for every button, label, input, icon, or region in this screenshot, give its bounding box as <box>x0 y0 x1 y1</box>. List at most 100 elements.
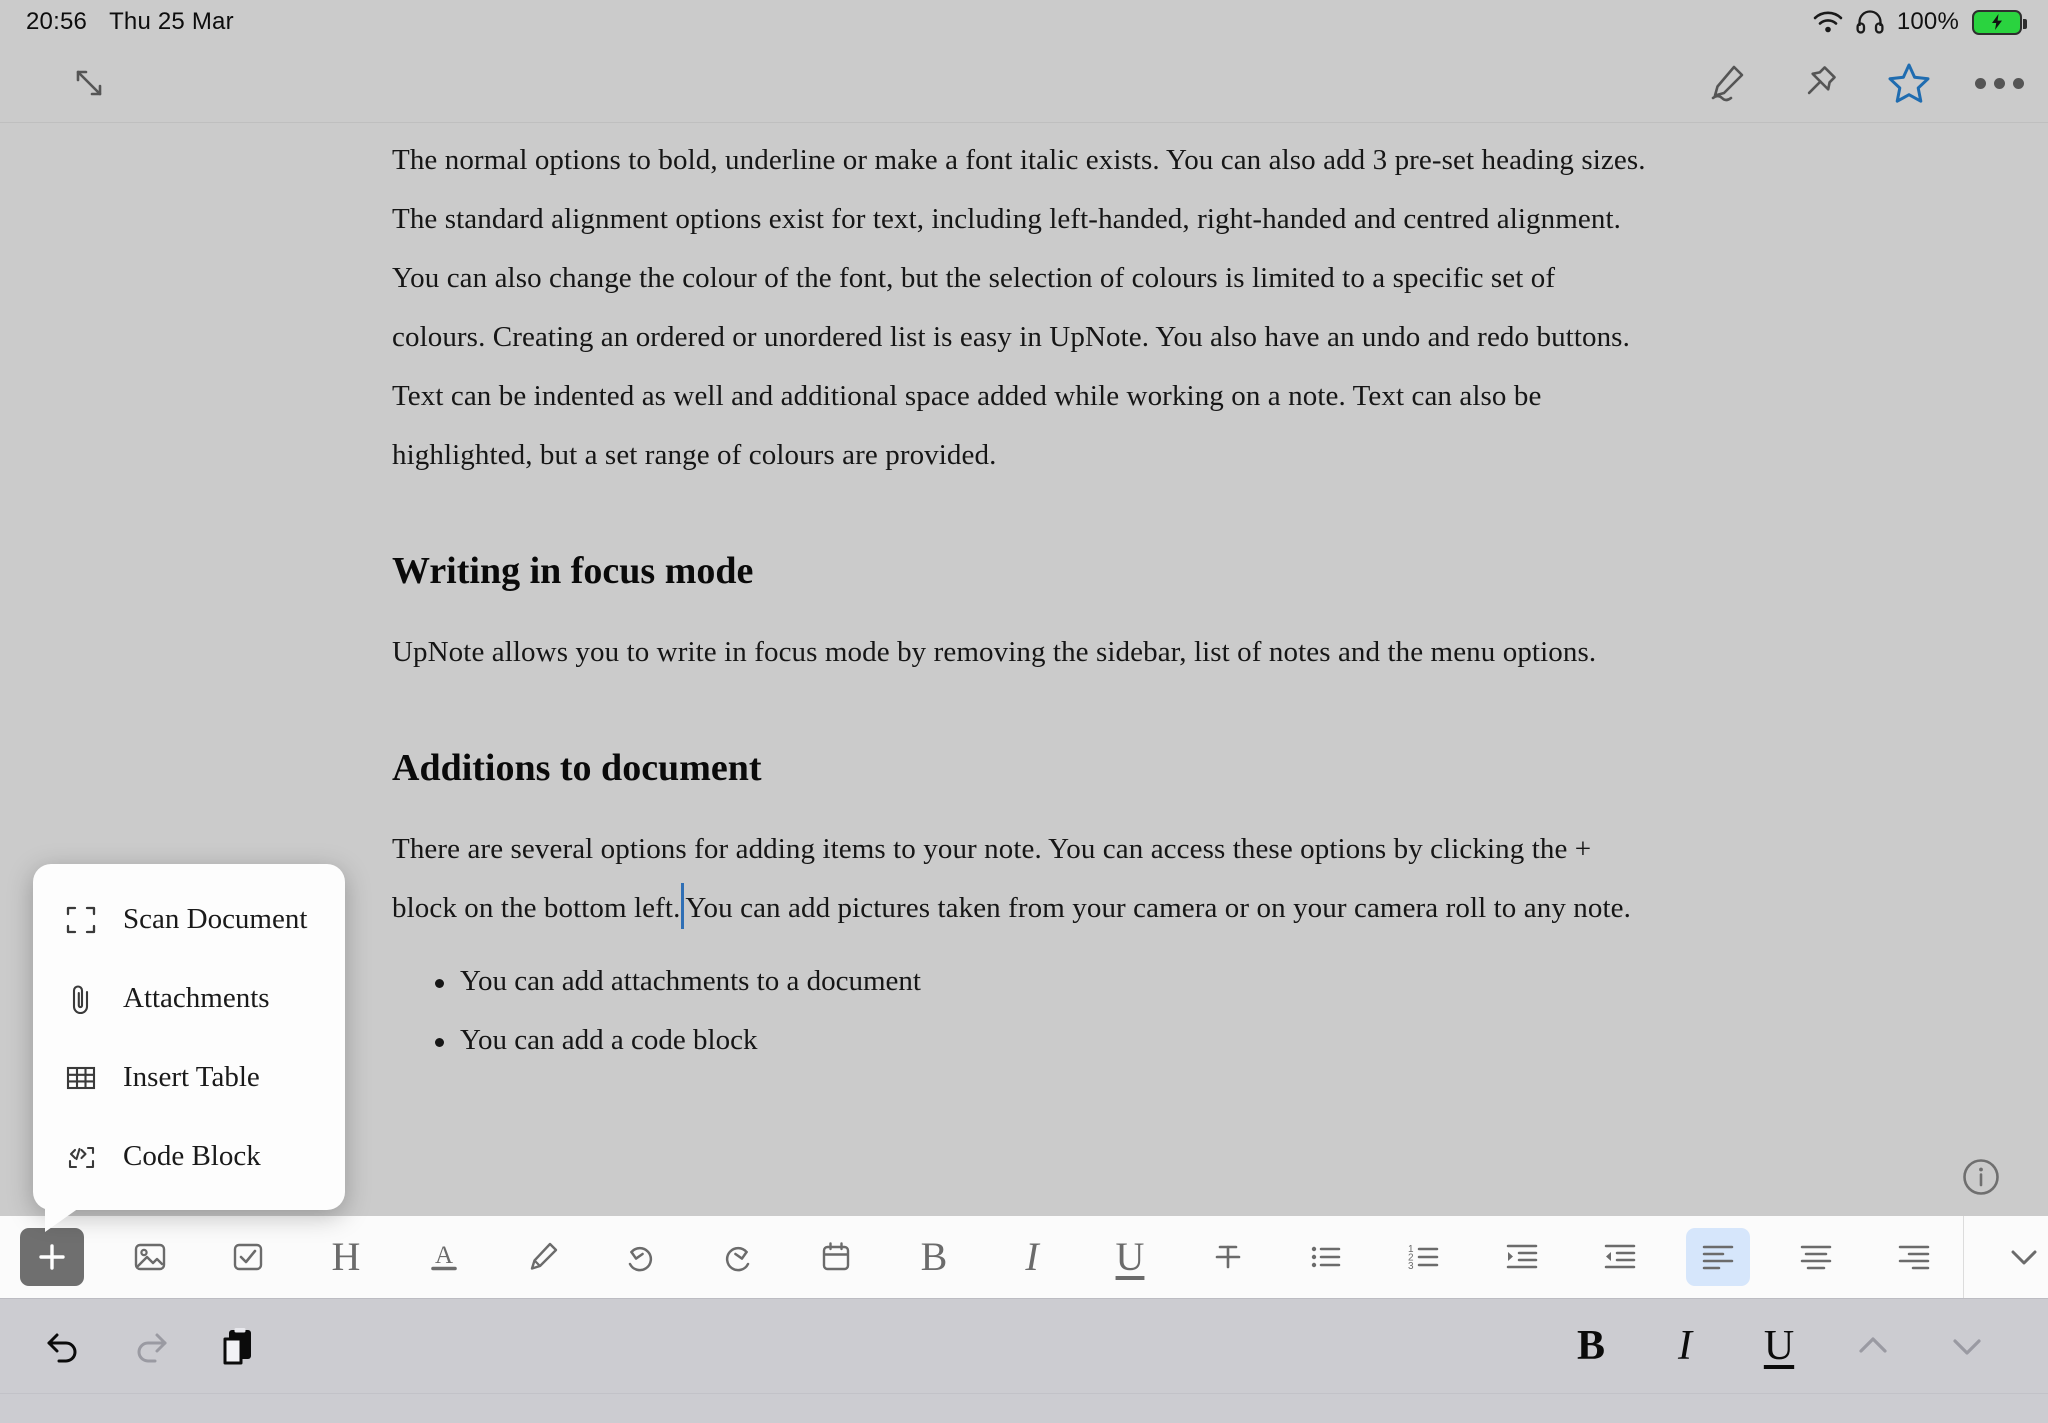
status-date: Thu 25 Mar <box>109 8 234 35</box>
date-button[interactable] <box>804 1228 868 1286</box>
checklist-button[interactable] <box>216 1228 280 1286</box>
paragraph-focus-mode: UpNote allows you to write in focus mode… <box>392 636 1597 668</box>
kb-paste-button[interactable] <box>210 1317 268 1375</box>
chevron-down-icon <box>2003 1236 2045 1278</box>
paragraph-additions-after: You can add pictures taken from your cam… <box>685 892 1631 924</box>
chevron-down-icon <box>1944 1323 1990 1369</box>
redo-arrow-icon <box>127 1322 175 1370</box>
toolbar-separator <box>1963 1216 1964 1298</box>
headphones-icon <box>1856 10 1884 34</box>
star-icon[interactable] <box>1878 52 1940 114</box>
align-center-button[interactable] <box>1784 1228 1848 1286</box>
popup-item-attachments[interactable]: Attachments <box>33 959 345 1038</box>
note-content: The normal options to bold, underline or… <box>392 131 1654 1070</box>
status-bar: 20:56 Thu 25 Mar 100% <box>0 0 2048 44</box>
align-left-button[interactable] <box>1686 1228 1750 1286</box>
app-root: 20:56 Thu 25 Mar 100% The normal options… <box>0 0 2048 1423</box>
paragraph-formatting: The normal options to bold, underline or… <box>392 144 1646 235</box>
kb-bold-button[interactable]: B <box>1562 1317 1620 1375</box>
checkbox-icon <box>229 1238 267 1276</box>
indent-button[interactable] <box>1490 1228 1554 1286</box>
indent-decrease-icon <box>1600 1238 1640 1276</box>
outdent-button[interactable] <box>1588 1228 1652 1286</box>
redo-icon <box>719 1238 757 1276</box>
kb-underline-button[interactable]: U <box>1750 1317 1808 1375</box>
popup-item-code-block[interactable]: Code Block <box>33 1117 345 1196</box>
bold-b-icon: B <box>920 1234 948 1279</box>
battery-percent: 100% <box>1896 8 1959 35</box>
font-color-button[interactable]: A <box>412 1228 476 1286</box>
add-block-button[interactable] <box>20 1228 84 1286</box>
bullet-list: You can add attachments to a document Yo… <box>392 952 1654 1070</box>
pin-icon[interactable] <box>1788 52 1850 114</box>
heading-h-icon: H <box>331 1234 361 1279</box>
expand-collapse-icon[interactable] <box>58 52 120 114</box>
status-bar-right: 100% <box>1813 8 2027 36</box>
image-icon <box>131 1238 169 1276</box>
calendar-icon <box>817 1238 855 1276</box>
highlight-button[interactable] <box>510 1228 574 1286</box>
paperclip-icon <box>63 981 99 1017</box>
app-top-bar <box>0 44 2048 123</box>
strikethrough-button[interactable] <box>1196 1228 1260 1286</box>
list-item: You can add attachments to a document <box>392 952 1654 1011</box>
more-dots <box>1974 77 2024 89</box>
paste-clipboard-icon <box>215 1322 263 1370</box>
font-color-a-icon: A <box>425 1238 463 1276</box>
keyboard-bar-right: B I U <box>1562 1317 2048 1375</box>
paragraph-additions: There are several options for adding ite… <box>392 820 1654 938</box>
align-center-icon <box>1796 1238 1836 1276</box>
numbered-list-button[interactable]: 1 2 3 <box>1392 1228 1456 1286</box>
underline-button[interactable]: U <box>1098 1228 1162 1286</box>
bullet-list-button[interactable] <box>1294 1228 1358 1286</box>
bold-button[interactable]: B <box>902 1228 966 1286</box>
wifi-icon <box>1813 11 1843 33</box>
popup-item-label: Scan Document <box>123 903 308 935</box>
kb-redo-button[interactable] <box>122 1317 180 1375</box>
more-options-icon[interactable] <box>1968 52 2030 114</box>
format-toolbar: H A B I U 1 2 3 <box>0 1216 2048 1298</box>
italic-button[interactable]: I <box>1000 1228 1064 1286</box>
text-caret <box>681 883 685 929</box>
svg-text:A: A <box>435 1242 453 1269</box>
kb-italic-button[interactable]: I <box>1656 1317 1714 1375</box>
chevron-up-icon <box>1850 1323 1896 1369</box>
italic-i-icon: I <box>1678 1323 1692 1369</box>
plus-icon <box>35 1240 69 1274</box>
info-circle-icon[interactable] <box>1959 1155 2003 1199</box>
indent-increase-icon <box>1502 1238 1542 1276</box>
align-right-button[interactable] <box>1882 1228 1946 1286</box>
table-icon <box>63 1060 99 1096</box>
paragraph-colours: You can also change the colour of the fo… <box>392 262 1630 471</box>
underline-u-icon: U <box>1763 1323 1795 1369</box>
battery-charging-icon <box>1972 9 2027 35</box>
numbered-list-icon: 1 2 3 <box>1404 1238 1444 1276</box>
underline-u-icon: U <box>1115 1234 1145 1279</box>
kb-undo-button[interactable] <box>34 1317 92 1375</box>
undo-arrow-icon <box>39 1322 87 1370</box>
kb-next-button[interactable] <box>1938 1317 1996 1375</box>
heading-button[interactable]: H <box>314 1228 378 1286</box>
collapse-toolbar-button[interactable] <box>1992 1228 2048 1286</box>
keyboard-accessory-bar: B I U <box>0 1298 2048 1423</box>
bullet-list-icon <box>1306 1238 1346 1276</box>
insert-image-button[interactable] <box>118 1228 182 1286</box>
undo-button[interactable] <box>608 1228 672 1286</box>
redo-button[interactable] <box>706 1228 770 1286</box>
popup-item-label: Code Block <box>123 1140 261 1172</box>
pencil-draw-icon[interactable] <box>1696 52 1758 114</box>
heading-additions-to-document: Additions to document <box>392 747 762 789</box>
keyboard-bar-left <box>0 1317 268 1375</box>
italic-i-icon: I <box>1025 1234 1039 1279</box>
strikethrough-icon <box>1209 1238 1247 1276</box>
add-block-popup-menu: Scan Document Attachments Insert Table C… <box>33 864 345 1232</box>
kb-prev-button[interactable] <box>1844 1317 1902 1375</box>
popup-item-scan-document[interactable]: Scan Document <box>33 880 345 959</box>
svg-text:3: 3 <box>1408 1261 1414 1272</box>
status-bar-left: 20:56 Thu 25 Mar <box>26 8 234 36</box>
popup-item-insert-table[interactable]: Insert Table <box>33 1038 345 1117</box>
code-block-icon <box>63 1139 99 1175</box>
align-left-icon <box>1698 1238 1738 1276</box>
scan-document-icon <box>63 902 99 938</box>
status-time: 20:56 <box>26 8 88 35</box>
